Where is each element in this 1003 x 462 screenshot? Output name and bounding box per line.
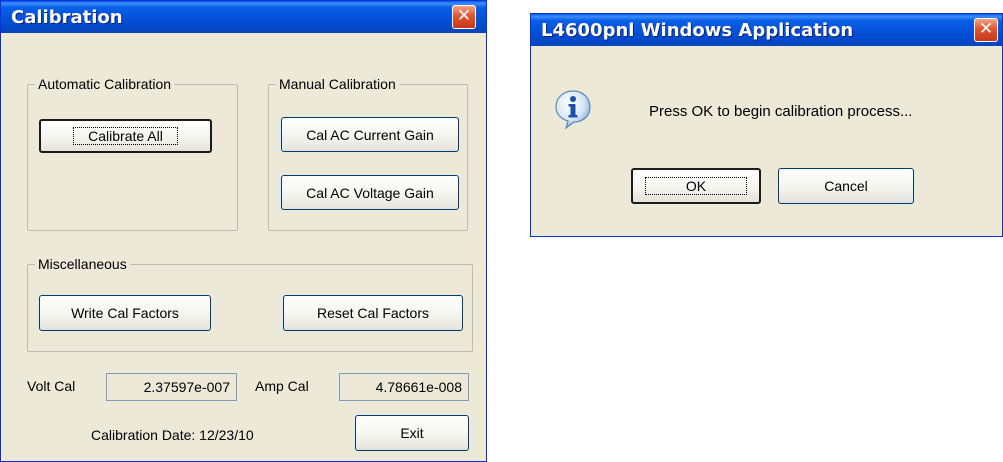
cancel-button[interactable]: Cancel xyxy=(778,168,914,204)
amp-cal-field: 4.78661e-008 xyxy=(339,373,469,401)
calibration-titlebar[interactable]: Calibration ✕ xyxy=(1,1,486,33)
miscellaneous-group: Miscellaneous Write Cal Factors Reset Ca… xyxy=(27,256,473,352)
write-cal-factors-label: Write Cal Factors xyxy=(71,305,179,321)
cancel-label: Cancel xyxy=(824,178,868,194)
calibration-close-button[interactable]: ✕ xyxy=(452,5,476,29)
calibration-window-title: Calibration xyxy=(11,7,123,28)
automatic-calibration-label: Automatic Calibration xyxy=(35,76,175,92)
message-box-close-button[interactable]: ✕ xyxy=(974,18,998,42)
volt-cal-field: 2.37597e-007 xyxy=(106,373,237,401)
volt-cal-label: Volt Cal xyxy=(27,378,76,394)
calibration-window: Calibration ✕ Automatic Calibration Cali… xyxy=(0,0,487,462)
cal-ac-current-gain-label: Cal AC Current Gain xyxy=(306,126,434,143)
calibrate-all-button[interactable]: Calibrate All xyxy=(39,119,212,153)
amp-cal-value: 4.78661e-008 xyxy=(375,379,462,395)
calibrate-all-label: Calibrate All xyxy=(73,127,178,145)
reset-cal-factors-button[interactable]: Reset Cal Factors xyxy=(283,295,463,331)
info-icon xyxy=(555,90,591,129)
volt-cal-value: 2.37597e-007 xyxy=(143,379,230,395)
cal-ac-current-gain-button[interactable]: Cal AC Current Gain xyxy=(281,117,459,152)
ok-label: OK xyxy=(644,177,748,195)
exit-button[interactable]: Exit xyxy=(355,415,469,451)
cal-ac-voltage-gain-label: Cal AC Voltage Gain xyxy=(306,184,434,201)
miscellaneous-label: Miscellaneous xyxy=(35,256,130,272)
close-icon: ✕ xyxy=(456,6,472,26)
message-text: Press OK to begin calibration process... xyxy=(649,103,913,120)
automatic-calibration-group: Automatic Calibration Calibrate All xyxy=(27,76,238,231)
message-box-window: L4600pnl Windows Application ✕ Press OK … xyxy=(530,13,1003,237)
manual-calibration-group: Manual Calibration Cal AC Current Gain C… xyxy=(268,76,468,231)
message-box-title: L4600pnl Windows Application xyxy=(541,20,854,41)
amp-cal-label: Amp Cal xyxy=(255,378,309,394)
message-box-titlebar[interactable]: L4600pnl Windows Application ✕ xyxy=(531,14,1002,46)
calibration-date: Calibration Date: 12/23/10 xyxy=(91,427,254,443)
ok-button[interactable]: OK xyxy=(631,168,761,204)
manual-calibration-label: Manual Calibration xyxy=(276,76,399,92)
close-icon: ✕ xyxy=(978,19,994,39)
exit-label: Exit xyxy=(400,425,424,441)
write-cal-factors-button[interactable]: Write Cal Factors xyxy=(39,295,211,331)
reset-cal-factors-label: Reset Cal Factors xyxy=(316,305,430,321)
cal-ac-voltage-gain-button[interactable]: Cal AC Voltage Gain xyxy=(281,175,459,210)
